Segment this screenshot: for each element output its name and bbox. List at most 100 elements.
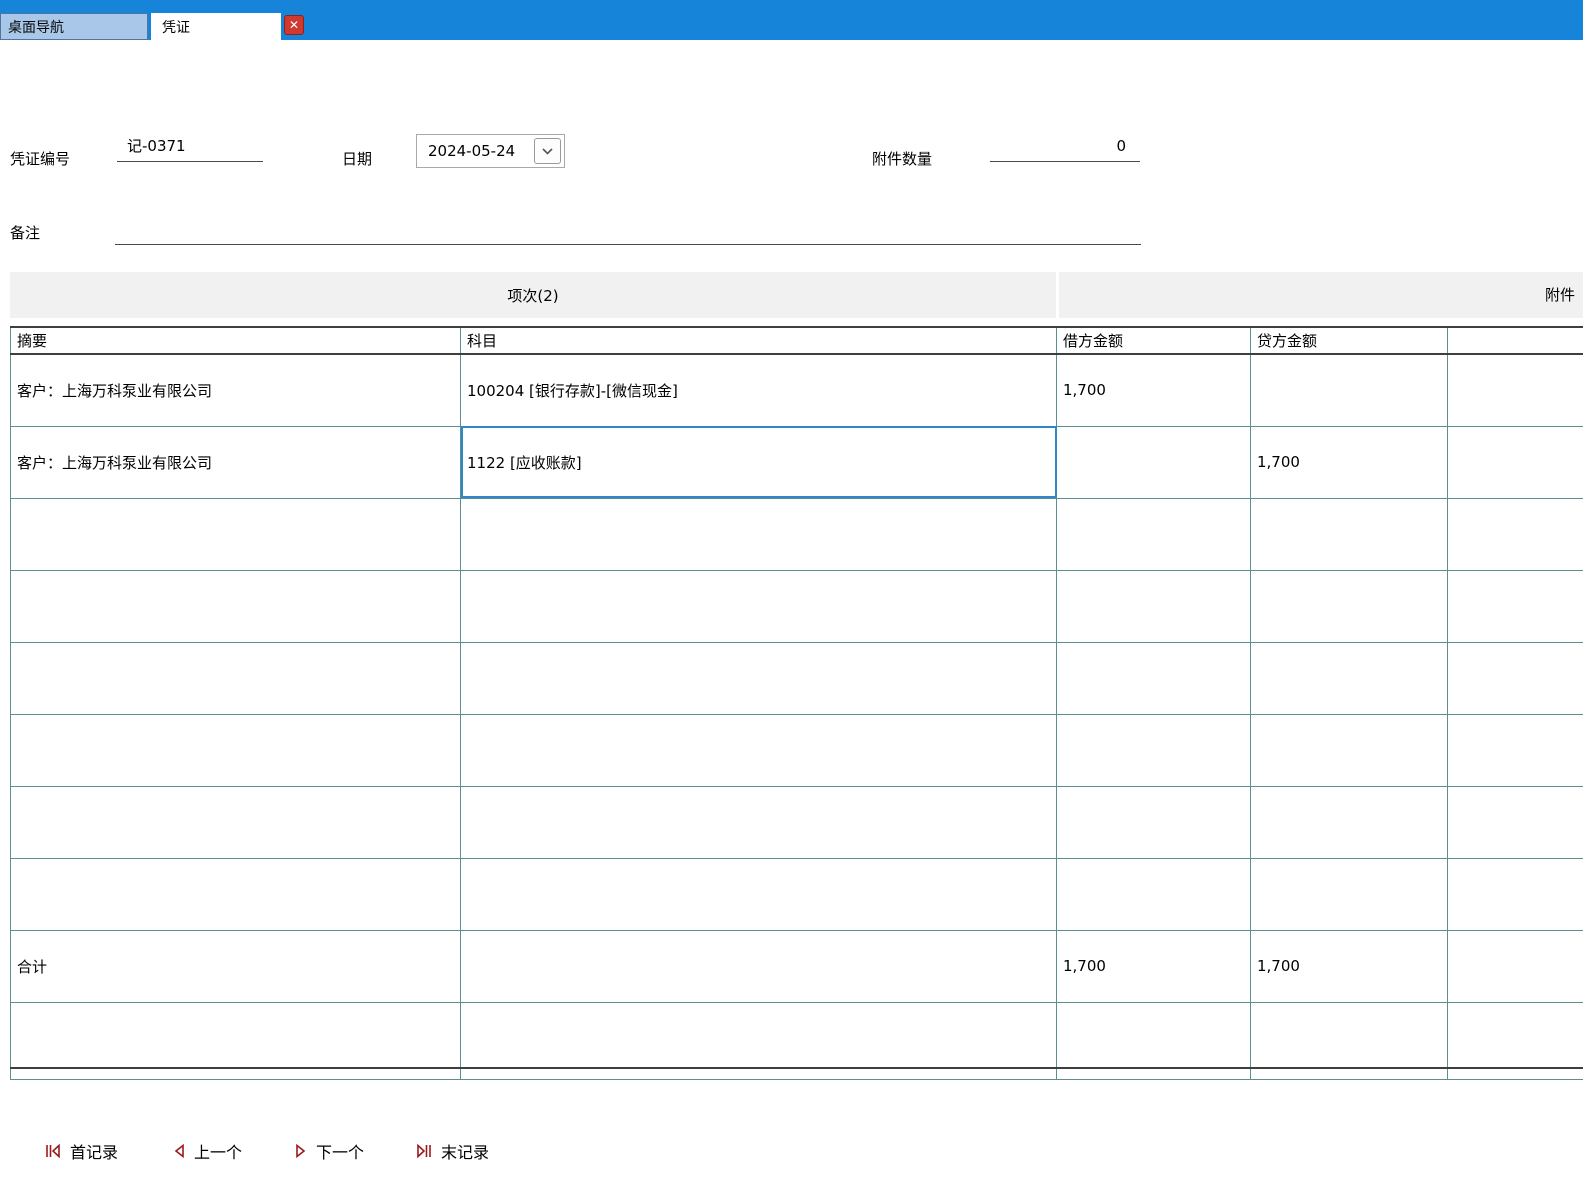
cell-credit[interactable] bbox=[1250, 641, 1448, 715]
cell-extra[interactable] bbox=[1447, 785, 1583, 859]
cell-debit bbox=[1056, 1067, 1251, 1080]
next-record-button[interactable]: 下一个 bbox=[294, 1139, 364, 1163]
previous-record-label: 上一个 bbox=[194, 1143, 243, 1162]
cell-summary[interactable] bbox=[10, 497, 461, 571]
voucher-no-label: 凭证编号 bbox=[10, 150, 71, 168]
cell-account[interactable] bbox=[460, 713, 1057, 787]
cell-credit[interactable] bbox=[1250, 713, 1448, 787]
cell-credit[interactable] bbox=[1250, 857, 1448, 931]
cell-credit[interactable] bbox=[1250, 1001, 1448, 1069]
record-navigation: 首记录 上一个 下一个 末记录 bbox=[0, 1139, 1583, 1169]
tab-desktop-nav[interactable]: 桌面导航 bbox=[0, 13, 148, 40]
cell-extra[interactable] bbox=[1447, 1001, 1583, 1069]
cell-summary[interactable] bbox=[10, 1001, 461, 1069]
first-record-icon bbox=[46, 1143, 60, 1159]
tab-voucher[interactable]: 凭证 bbox=[151, 13, 281, 40]
attachment-count-input[interactable]: 0 bbox=[990, 131, 1140, 162]
partial-row bbox=[10, 1067, 1583, 1080]
attachment-count-label: 附件数量 bbox=[872, 150, 933, 168]
cell-debit[interactable] bbox=[1056, 497, 1251, 571]
cell-summary[interactable] bbox=[10, 569, 461, 643]
cell-account[interactable] bbox=[460, 857, 1057, 931]
cell-credit[interactable] bbox=[1250, 497, 1448, 571]
grid-header-row: 摘要 科目 借方金额 贷方金额 bbox=[10, 326, 1583, 355]
tab-voucher-label: 凭证 bbox=[162, 19, 190, 36]
date-dropdown-button[interactable] bbox=[534, 138, 561, 164]
remark-label: 备注 bbox=[10, 224, 41, 242]
total-account-cell bbox=[460, 929, 1057, 1003]
cell-debit[interactable] bbox=[1056, 641, 1251, 715]
empty-row bbox=[10, 857, 1583, 931]
cell-credit[interactable] bbox=[1250, 785, 1448, 859]
cell-debit[interactable]: 1,700 bbox=[1056, 353, 1251, 427]
empty-row bbox=[10, 497, 1583, 571]
first-record-button[interactable]: 首记录 bbox=[44, 1139, 118, 1163]
cell-extra[interactable] bbox=[1447, 353, 1583, 427]
cell-credit[interactable] bbox=[1250, 353, 1448, 427]
empty-row bbox=[10, 713, 1583, 787]
cell-account[interactable] bbox=[460, 641, 1057, 715]
cell-summary[interactable]: 客户：上海万科泵业有限公司 bbox=[10, 353, 461, 427]
empty-row bbox=[10, 569, 1583, 643]
cell-account[interactable] bbox=[460, 497, 1057, 571]
cell-credit[interactable] bbox=[1250, 569, 1448, 643]
chevron-down-icon bbox=[542, 147, 553, 155]
cell-extra[interactable] bbox=[1447, 497, 1583, 571]
header-account: 科目 bbox=[460, 326, 1057, 355]
voucher-no-input[interactable]: 记-0371 bbox=[117, 131, 263, 162]
cell-extra[interactable] bbox=[1447, 713, 1583, 787]
date-value: 2024-05-24 bbox=[428, 142, 516, 160]
previous-record-button[interactable]: 上一个 bbox=[172, 1139, 242, 1163]
cell-extra[interactable] bbox=[1447, 857, 1583, 931]
cell-account bbox=[460, 1067, 1057, 1080]
last-record-label: 末记录 bbox=[441, 1143, 490, 1162]
cell-summary[interactable] bbox=[10, 713, 461, 787]
previous-record-icon bbox=[174, 1143, 184, 1159]
header-summary: 摘要 bbox=[10, 326, 461, 355]
empty-row bbox=[10, 1001, 1583, 1069]
entry-row: 客户：上海万科泵业有限公司 100204 [银行存款]-[微信现金] 1,700 bbox=[10, 353, 1583, 427]
tab-attachment-label: 附件 bbox=[1545, 286, 1576, 304]
cell-summary[interactable] bbox=[10, 785, 461, 859]
cell-extra[interactable] bbox=[1447, 641, 1583, 715]
total-credit: 1,700 bbox=[1250, 929, 1448, 1003]
cell-account[interactable]: 100204 [银行存款]-[微信现金] bbox=[460, 353, 1057, 427]
cell-credit bbox=[1250, 1067, 1448, 1080]
tab-items[interactable]: 项次(2) bbox=[10, 272, 1056, 318]
cell-debit[interactable] bbox=[1056, 569, 1251, 643]
cell-credit[interactable]: 1,700 bbox=[1250, 425, 1448, 499]
total-label: 合计 bbox=[10, 929, 461, 1003]
cell-summary[interactable] bbox=[10, 641, 461, 715]
header-debit: 借方金额 bbox=[1056, 326, 1251, 355]
empty-row bbox=[10, 785, 1583, 859]
cell-extra[interactable] bbox=[1447, 425, 1583, 499]
entry-row: 客户：上海万科泵业有限公司 1122 [应收账款] 1,700 bbox=[10, 425, 1583, 499]
total-extra bbox=[1447, 929, 1583, 1003]
cell-summary[interactable]: 客户：上海万科泵业有限公司 bbox=[10, 425, 461, 499]
cell-account[interactable] bbox=[460, 1001, 1057, 1069]
tab-desktop-nav-label: 桌面导航 bbox=[8, 19, 64, 36]
cell-summary bbox=[10, 1067, 461, 1080]
tab-attachment[interactable]: 附件 bbox=[1059, 272, 1583, 318]
cell-account-selected[interactable]: 1122 [应收账款] bbox=[460, 425, 1057, 499]
cell-debit[interactable] bbox=[1056, 713, 1251, 787]
cell-account[interactable] bbox=[460, 785, 1057, 859]
cell-debit[interactable] bbox=[1056, 425, 1251, 499]
cell-summary[interactable] bbox=[10, 857, 461, 931]
last-record-button[interactable]: 末记录 bbox=[415, 1139, 489, 1163]
cell-account[interactable] bbox=[460, 569, 1057, 643]
cell-extra[interactable] bbox=[1447, 569, 1583, 643]
date-picker[interactable]: 2024-05-24 bbox=[416, 134, 565, 168]
cell-debit[interactable] bbox=[1056, 785, 1251, 859]
first-record-label: 首记录 bbox=[70, 1143, 119, 1162]
last-record-icon bbox=[417, 1143, 431, 1159]
header-extra bbox=[1447, 326, 1583, 355]
close-tab-button[interactable]: ✕ bbox=[284, 15, 304, 35]
date-label: 日期 bbox=[342, 150, 373, 168]
total-row: 合计 1,700 1,700 bbox=[10, 929, 1583, 1003]
tab-items-label: 项次(2) bbox=[507, 286, 559, 305]
remark-input[interactable] bbox=[115, 214, 1141, 245]
cell-debit[interactable] bbox=[1056, 1001, 1251, 1069]
cell-extra bbox=[1447, 1067, 1583, 1080]
cell-debit[interactable] bbox=[1056, 857, 1251, 931]
